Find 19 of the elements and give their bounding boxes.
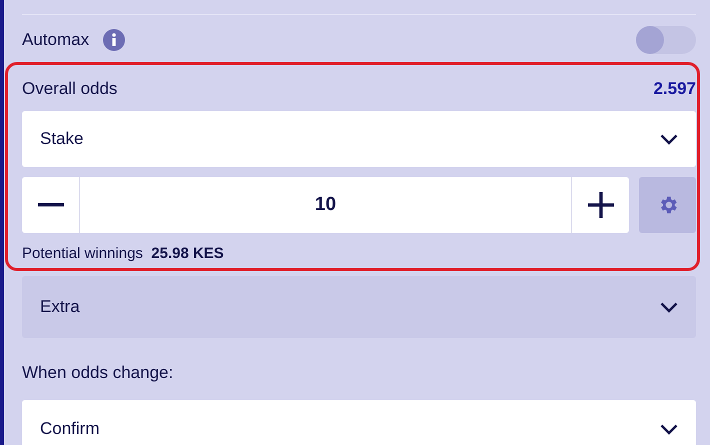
minus-icon (38, 203, 64, 207)
extra-select[interactable]: Extra (22, 276, 696, 338)
chevron-icon (660, 424, 678, 434)
overall-odds-label: Overall odds (22, 79, 118, 99)
overall-odds-value: 2.597 (653, 79, 696, 99)
odds-change-select[interactable]: Confirm (22, 400, 696, 445)
chevron-icon (660, 134, 678, 144)
plus-icon (588, 192, 614, 218)
odds-change-label: When odds change: (22, 363, 174, 383)
stake-input[interactable]: 10 (80, 177, 571, 233)
automax-label: Automax (22, 30, 90, 50)
decrease-button[interactable] (22, 177, 80, 233)
automax-toggle[interactable] (636, 26, 696, 54)
stake-select[interactable]: Stake (22, 111, 696, 167)
chevron-icon (660, 302, 678, 312)
info-icon[interactable] (103, 29, 126, 51)
settings-button[interactable] (639, 177, 696, 233)
increase-button[interactable] (571, 177, 629, 233)
potential-winnings: Potential winnings 25.98 KES (22, 245, 225, 262)
